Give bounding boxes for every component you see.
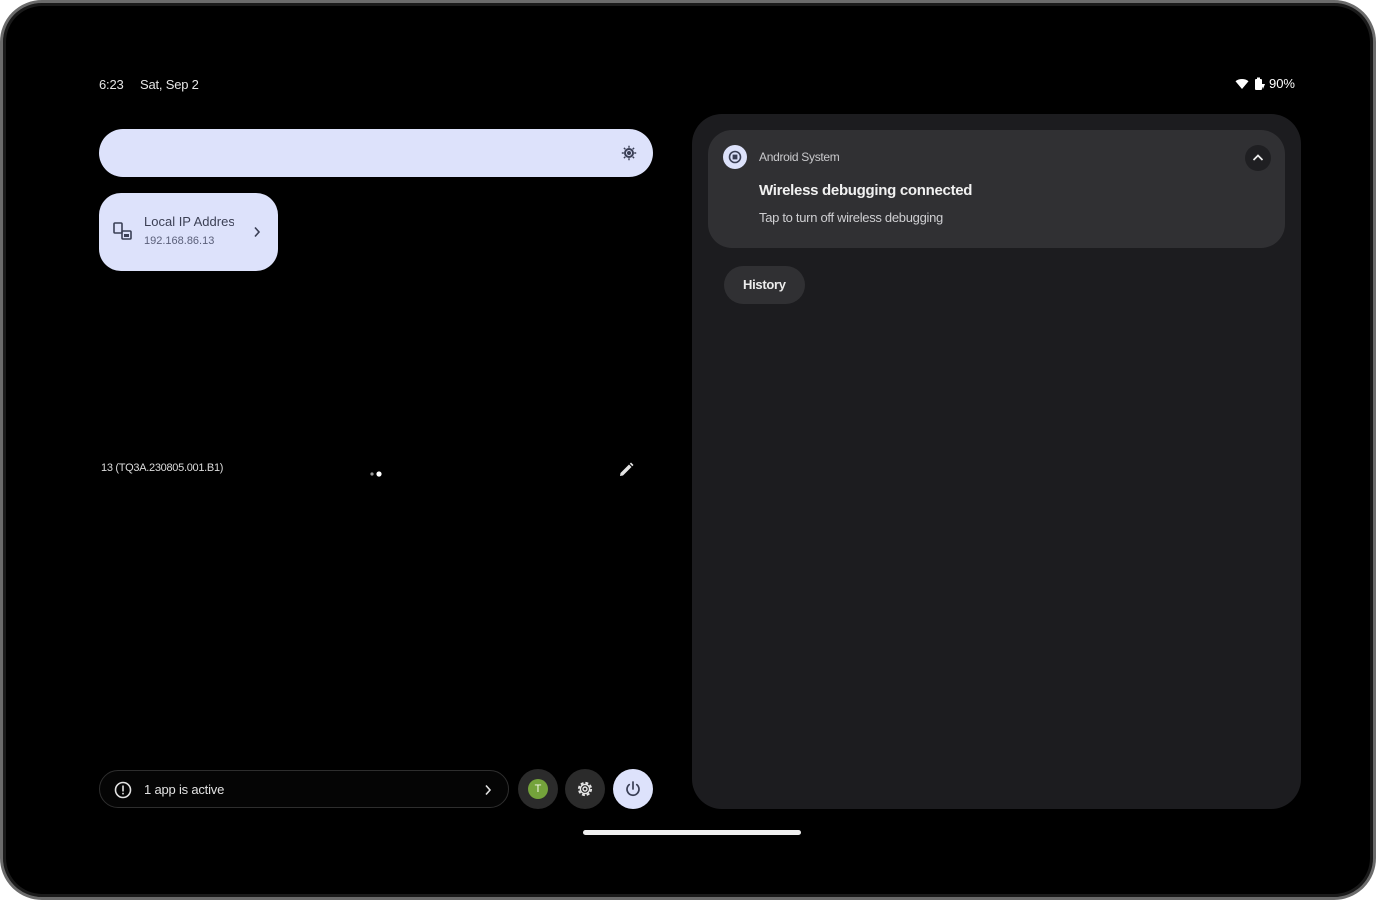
tile-subtitle: 192.168.86.13 [144,235,215,247]
status-icons: 90% [1235,76,1295,91]
active-apps-button[interactable]: 1 app is active [99,770,509,808]
power-button[interactable] [613,769,653,809]
home-gesture-bar[interactable] [583,830,801,835]
chevron-right-icon [484,783,492,801]
build-number[interactable]: 13 (TQ3A.230805.001.B1) [101,462,223,474]
tile-title: Local IP Address [144,214,234,229]
battery-level: 90% [1268,76,1295,91]
android-system-icon [723,145,747,169]
wifi-icon [1235,78,1249,90]
active-apps-label: 1 app is active [144,782,225,797]
notification-app-name: Android System [759,150,840,164]
chevron-right-icon [253,225,261,243]
chevron-up-icon [1252,154,1264,161]
notification-title: Wireless debugging connected [759,182,973,199]
user-switcher-button[interactable]: T [518,769,558,809]
date: Sat, Sep 2 [140,77,199,92]
collapse-notification-button[interactable] [1245,145,1271,171]
battery-icon [1252,77,1266,91]
avatar: T [528,779,548,799]
history-button[interactable]: History [724,266,805,304]
info-icon [114,781,132,804]
brightness-slider[interactable] [99,129,653,177]
tablet-frame: 6:23 Sat, Sep 2 90% Local IP Address 192… [0,0,1376,900]
tile-local-ip-address[interactable]: Local IP Address 192.168.86.13 [99,193,278,271]
clock: 6:23 [99,77,124,92]
notification-text: Tap to turn off wireless debugging [759,210,943,225]
page-dots-icon [369,465,385,483]
notification-panel: Android System Wireless debugging connec… [692,114,1301,809]
notification-card[interactable]: Android System Wireless debugging connec… [708,130,1285,248]
edit-icon[interactable] [617,461,635,484]
settings-button[interactable] [565,769,605,809]
brightness-icon [621,145,637,166]
network-icon [113,222,133,247]
